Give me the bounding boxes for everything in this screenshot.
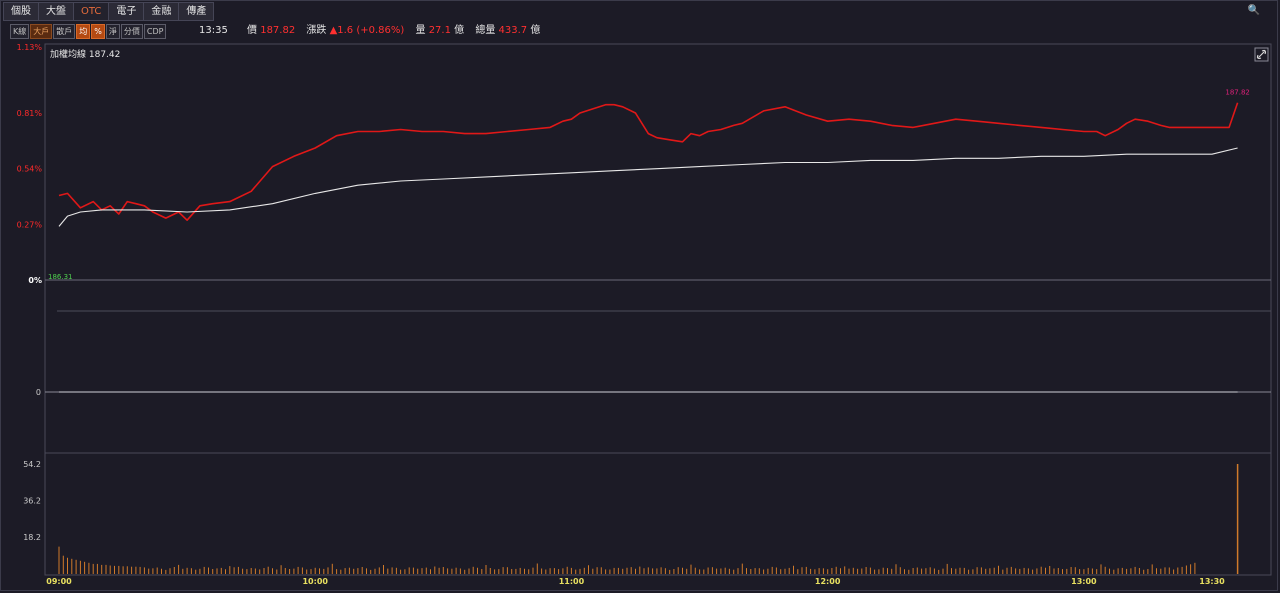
volume-panel-frame xyxy=(44,452,1272,576)
price-y-tick-0: 1.13% xyxy=(17,43,43,52)
price-y-tick-3: 0.27% xyxy=(17,220,43,229)
time-tick-1300: 13:00 xyxy=(1071,577,1097,586)
time-tick-1100: 11:00 xyxy=(559,577,585,586)
base-price-label: 186.31 xyxy=(48,273,73,281)
price-y-tick-4: 0% xyxy=(28,276,42,285)
avg-line xyxy=(58,147,1238,227)
volume-y-tick-1: 36.2 xyxy=(23,497,41,506)
volume-y-tick-0: 54.2 xyxy=(23,460,41,469)
link-icon[interactable] xyxy=(1254,47,1269,62)
price-line xyxy=(58,102,1239,221)
net-y-tick-0: 0 xyxy=(36,388,41,397)
time-tick-1200: 12:00 xyxy=(815,577,841,586)
time-tick-1330: 13:30 xyxy=(1199,577,1225,586)
net-panel-frame xyxy=(44,279,1272,454)
peak-label: 187.82 xyxy=(1225,89,1250,97)
price-panel-frame xyxy=(44,43,1272,281)
intraday-chart: 1.13% 0.81% 0.54% 0.27% 0% 加權均線 187.42 186.31 0… xyxy=(17,43,1272,586)
price-y-tick-2: 0.54% xyxy=(17,165,43,174)
price-y-tick-1: 0.81% xyxy=(17,109,43,118)
time-tick-1000: 10:00 xyxy=(302,577,328,586)
time-tick-0900: 09:00 xyxy=(46,577,72,586)
avg-line-legend: 加權均線 187.42 xyxy=(50,48,120,60)
volume-y-tick-2: 18.2 xyxy=(23,533,41,542)
